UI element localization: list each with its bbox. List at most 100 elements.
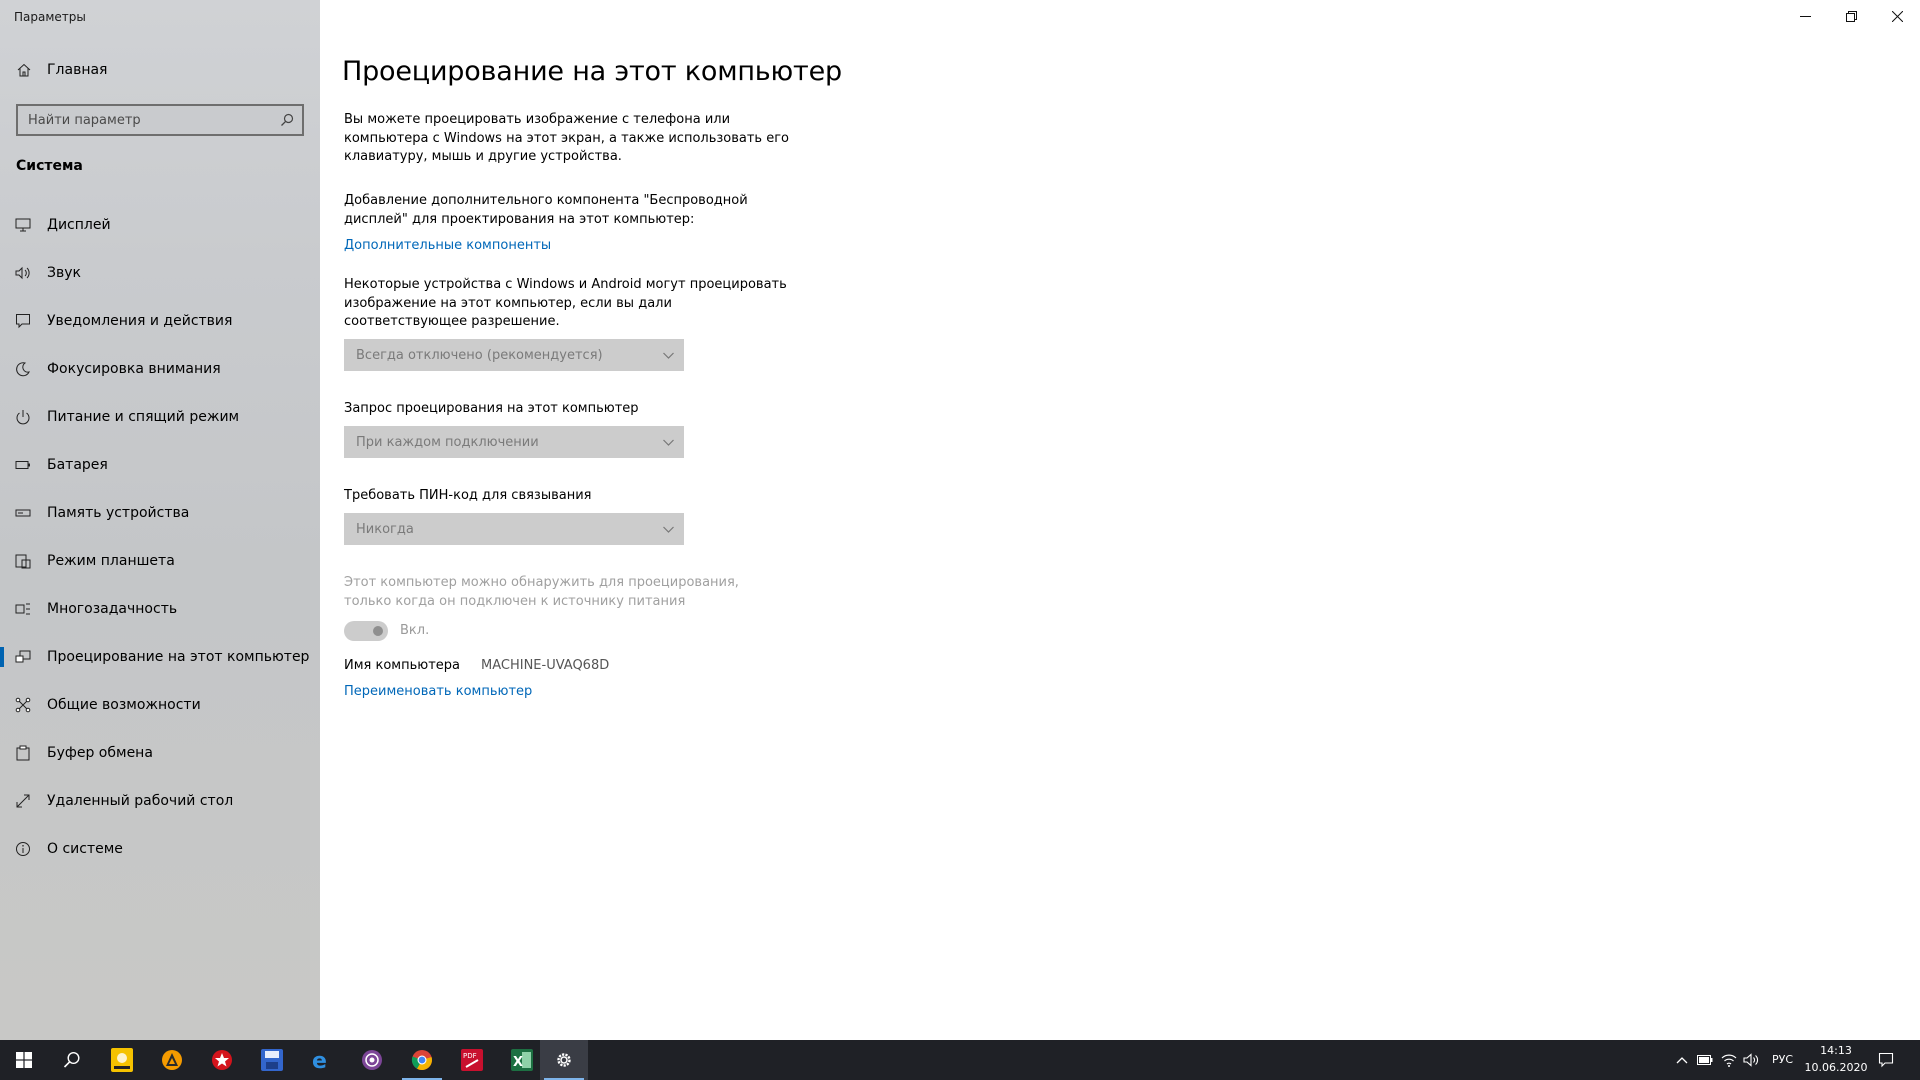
sidebar-item-sound[interactable]: Звук — [0, 249, 320, 297]
taskbar-search-button[interactable] — [48, 1040, 96, 1080]
action-center-button[interactable] — [1876, 1050, 1896, 1070]
request-dropdown[interactable]: При каждом подключении — [344, 426, 684, 458]
sidebar-item-label: Фокусировка внимания — [47, 361, 221, 377]
search-icon[interactable] — [280, 113, 294, 127]
minimize-button[interactable] — [1782, 0, 1828, 32]
permission-dropdown-value: Всегда отключено (рекомендуется) — [356, 347, 603, 363]
sidebar-item-battery[interactable]: Батарея — [0, 441, 320, 489]
search-icon — [63, 1051, 80, 1068]
optional-features-link[interactable]: Дополнительные компоненты — [344, 238, 551, 253]
restore-button[interactable] — [1828, 0, 1874, 32]
storage-icon — [15, 509, 31, 517]
sidebar-item-notifications[interactable]: Уведомления и действия — [0, 297, 320, 345]
power-text: Этот компьютер можно обнаружить для прое… — [344, 575, 739, 609]
sidebar-item-shared-experiences[interactable]: Общие возможности — [0, 681, 320, 729]
clock-time[interactable]: 14:13 — [1806, 1044, 1866, 1057]
search-input[interactable] — [18, 112, 268, 128]
permission-dropdown[interactable]: Всегда отключено (рекомендуется) — [344, 339, 684, 371]
restore-icon — [1845, 10, 1857, 22]
home-link[interactable]: Главная — [16, 62, 107, 78]
sidebar-item-clipboard[interactable]: Буфер обмена — [0, 729, 320, 777]
windows-logo-icon — [16, 1052, 32, 1068]
excel-icon: X — [511, 1049, 533, 1071]
sidebar-item-label: Многозадачность — [47, 601, 178, 617]
taskbar-settings-app[interactable] — [540, 1040, 588, 1080]
intro-text: Вы можете проецировать изображение с тел… — [344, 112, 790, 164]
main-content: Проецирование на этот компьютер Вы может… — [320, 0, 1920, 1040]
about-icon — [16, 842, 30, 856]
sidebar-item-remote-desktop[interactable]: Удаленный рабочий стол — [0, 777, 320, 825]
toggle-knob — [373, 626, 383, 636]
chevron-up-icon — [1676, 1057, 1688, 1064]
player-icon — [111, 1048, 133, 1072]
sidebar-item-about[interactable]: О системе — [0, 825, 320, 873]
sidebar-item-label: Режим планшета — [47, 553, 175, 569]
taskbar-chrome-app[interactable] — [398, 1040, 446, 1080]
close-button[interactable] — [1874, 0, 1920, 32]
sidebar-item-label: О системе — [47, 841, 123, 857]
sidebar-item-label: Удаленный рабочий стол — [47, 793, 234, 809]
sidebar-item-label: Память устройства — [47, 505, 190, 521]
volume-icon — [1743, 1053, 1758, 1067]
sidebar-item-tablet-mode[interactable]: Режим планшета — [0, 537, 320, 585]
sidebar-item-label: Батарея — [47, 457, 108, 473]
search-box[interactable] — [16, 104, 304, 136]
taskbar-edge-app[interactable]: e — [298, 1040, 346, 1080]
rename-pc-link[interactable]: Переименовать компьютер — [344, 684, 532, 699]
sidebar-item-label: Питание и спящий режим — [47, 409, 240, 425]
tor-icon — [362, 1050, 382, 1070]
request-dropdown-value: При каждом подключении — [356, 434, 539, 450]
home-icon — [17, 63, 31, 77]
taskbar-aimp-app[interactable] — [148, 1040, 196, 1080]
sidebar-item-label: Общие возможности — [47, 697, 201, 713]
sidebar-item-multitasking[interactable]: Многозадачность — [0, 585, 320, 633]
addon-text: Добавление дополнительного компонента "Б… — [344, 193, 748, 227]
notifications-icon — [16, 314, 30, 329]
request-label: Запрос проецирования на этот компьютер — [344, 401, 639, 416]
taskbar-excel-app[interactable]: X — [498, 1040, 546, 1080]
close-icon — [1891, 10, 1903, 22]
settings-icon — [557, 1053, 571, 1067]
app-title: Параметры — [14, 10, 86, 24]
tray-network[interactable] — [1719, 1050, 1739, 1070]
power-toggle[interactable] — [344, 621, 388, 641]
chevron-down-icon — [663, 439, 674, 446]
sidebar-item-power[interactable]: Питание и спящий режим — [0, 393, 320, 441]
clipboard-icon — [16, 745, 30, 761]
tray-volume[interactable] — [1741, 1050, 1761, 1070]
chrome-icon — [411, 1050, 432, 1071]
tray-overflow-button[interactable] — [1672, 1050, 1692, 1070]
taskbar-star-app[interactable] — [198, 1040, 246, 1080]
taskbar-tor-app[interactable] — [348, 1040, 396, 1080]
section-title: Система — [16, 158, 83, 174]
sidebar-item-projecting[interactable]: Проецирование на этот компьютер — [0, 633, 320, 681]
taskbar-pdf-app[interactable]: PDF — [448, 1040, 496, 1080]
sidebar-item-storage[interactable]: Память устройства — [0, 489, 320, 537]
language-indicator[interactable]: РУС — [1772, 1053, 1793, 1066]
tablet-mode-icon — [15, 554, 31, 569]
save-app-icon — [261, 1049, 283, 1071]
display-icon — [15, 218, 31, 232]
sidebar-item-focus-assist[interactable]: Фокусировка внимания — [0, 345, 320, 393]
clock-date[interactable]: 10.06.2020 — [1800, 1061, 1872, 1074]
minimize-icon — [1799, 15, 1811, 17]
sound-icon — [15, 266, 30, 280]
shared-experiences-icon — [15, 697, 31, 713]
pdf-icon: PDF — [461, 1049, 483, 1071]
sidebar-item-label: Дисплей — [47, 217, 111, 233]
sidebar-item-label: Уведомления и действия — [47, 313, 233, 329]
sidebar: Параметры Главная Система Дисплей Звук Уве… — [0, 0, 320, 1040]
pin-dropdown-value: Никогда — [356, 521, 414, 537]
sidebar-item-label: Проецирование на этот компьютер — [47, 649, 310, 665]
tray-battery[interactable] — [1695, 1050, 1715, 1070]
focus-assist-icon — [16, 362, 30, 377]
pin-dropdown[interactable]: Никогда — [344, 513, 684, 545]
svg-text:PDF: PDF — [463, 1052, 477, 1060]
taskbar-save-app[interactable] — [248, 1040, 296, 1080]
sidebar-item-display[interactable]: Дисплей — [0, 201, 320, 249]
pc-name-value: MACHINE-UVAQ68D — [481, 658, 610, 673]
svg-text:e: e — [312, 1049, 327, 1071]
start-button[interactable] — [0, 1040, 48, 1080]
star-app-icon — [212, 1050, 232, 1070]
taskbar-player-app[interactable] — [98, 1040, 146, 1080]
